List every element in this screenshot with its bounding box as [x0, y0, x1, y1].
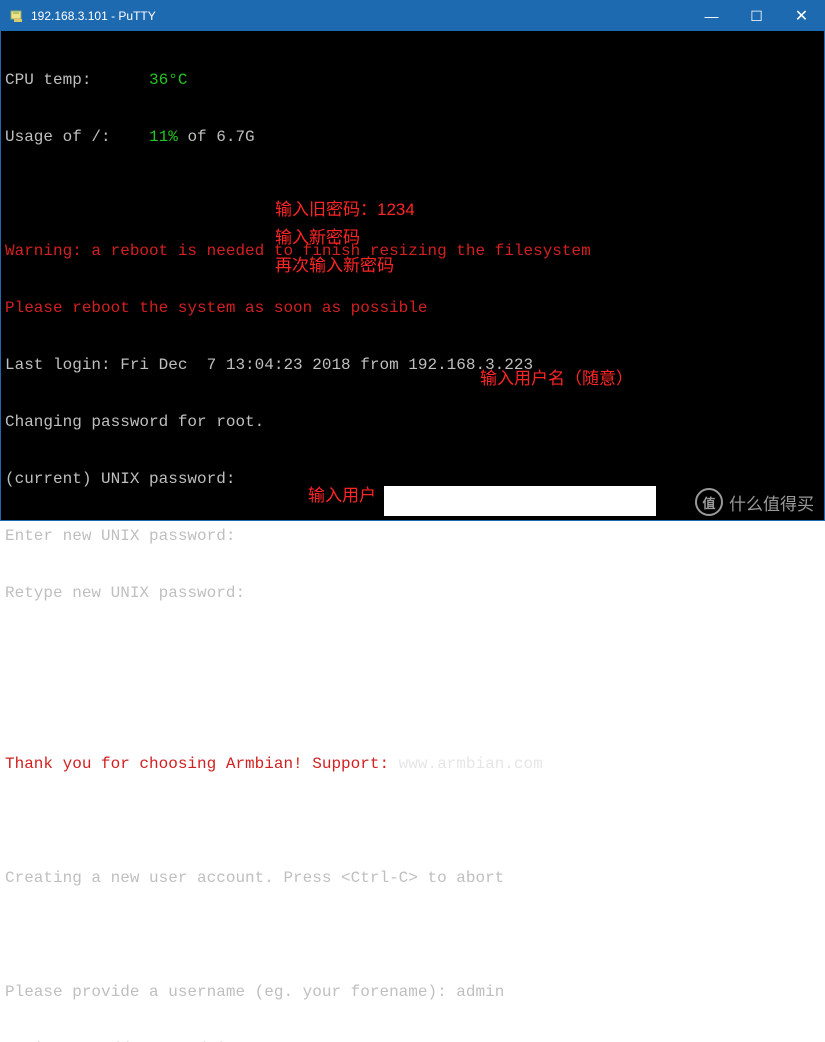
putty-icon [9, 8, 25, 24]
annotation-username: 输入用户名（随意） [480, 369, 633, 388]
changing-password: Changing password for root. [5, 413, 820, 432]
annotation-retype-password: 再次输入新密码 [275, 256, 394, 275]
username-input: admin [456, 983, 504, 1001]
watermark: 值 什么值得买 [695, 488, 814, 516]
terminal[interactable]: CPU temp: 36°C Usage of /: 11% of 6.7G W… [1, 31, 824, 520]
close-button[interactable]: ✕ [779, 1, 824, 31]
thank-you: Thank you for choosing Armbian! [5, 755, 312, 773]
usage-pct: 11% [149, 128, 178, 146]
warning-line-1: Warning: a reboot is needed to finish re… [5, 242, 820, 261]
titlebar[interactable]: 192.168.3.101 - PuTTY — ☐ ✕ [1, 1, 824, 31]
usage-label: Usage of /: [5, 128, 111, 146]
armbian-url: www.armbian.com [399, 755, 543, 773]
annotation-old-password: 输入旧密码：1234 [275, 200, 415, 219]
usage-of: of 6.7G [178, 128, 255, 146]
minimize-button[interactable]: — [689, 1, 734, 31]
cpu-temp-label: CPU temp: [5, 71, 91, 89]
annotation-new-password: 输入新密码 [275, 228, 360, 247]
trying-add: Trying to add user admin [5, 1040, 820, 1042]
watermark-logo-icon: 值 [695, 488, 723, 516]
putty-window: 192.168.3.101 - PuTTY — ☐ ✕ CPU temp: 36… [0, 0, 825, 521]
watermark-text: 什么值得买 [729, 490, 814, 515]
last-login: Last login: Fri Dec 7 13:04:23 2018 from… [5, 356, 820, 375]
cpu-temp-value: 36°C [149, 71, 187, 89]
warning-line-2: Please reboot the system as soon as poss… [5, 299, 820, 318]
support-label: Support: [312, 755, 398, 773]
retype-password-prompt: Retype new UNIX password: [5, 584, 820, 603]
username-prompt: Please provide a username (eg. your fore… [5, 983, 456, 1001]
maximize-button[interactable]: ☐ [734, 1, 779, 31]
new-password-prompt: Enter new UNIX password: [5, 527, 820, 546]
white-overlay [384, 486, 656, 516]
creating-user: Creating a new user account. Press <Ctrl… [5, 869, 820, 888]
window-title: 192.168.3.101 - PuTTY [31, 9, 689, 23]
annotation-enter-user: 输入用户 [308, 486, 376, 505]
